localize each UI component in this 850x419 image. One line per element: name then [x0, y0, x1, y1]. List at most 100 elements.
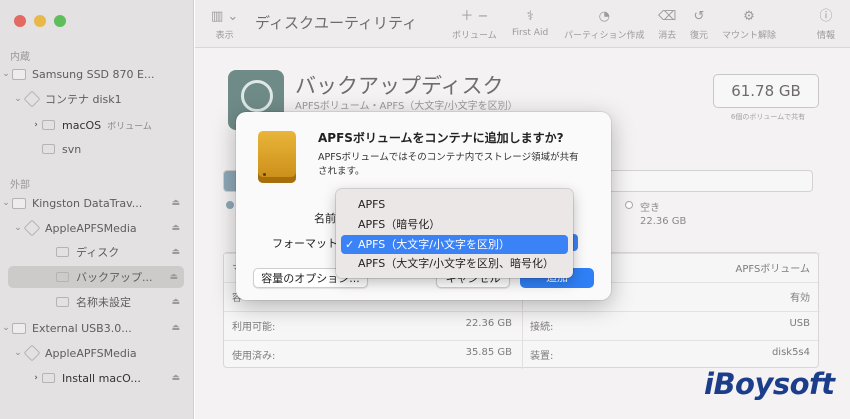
chevron-right-icon[interactable]: ›: [30, 373, 42, 383]
disk-icon: [12, 322, 26, 334]
volume-icon: [42, 120, 55, 130]
row-label: 装置:: [530, 351, 554, 362]
toolbar-label: マウント解除: [722, 31, 777, 41]
toolbar-label: ボリューム: [452, 31, 497, 41]
toolbar-label: 復元: [690, 31, 709, 41]
iboysoft-watermark-logo: iBoysoft: [704, 367, 835, 401]
row-value: 22.36 GB: [465, 318, 512, 329]
chevron-down-icon[interactable]: ⌄: [12, 94, 24, 104]
disk-icon: [12, 68, 26, 80]
chevron-down-icon[interactable]: ⌄: [0, 198, 12, 208]
first-aid-button[interactable]: ⚕ First Aid: [512, 8, 548, 38]
menu-item-label: APFS（大文字/小文字を区別、暗号化）: [358, 257, 554, 270]
eject-icon[interactable]: ⏏: [171, 297, 180, 307]
usage-fill: [224, 171, 236, 191]
menu-item-apfs-case-sensitive-encrypted[interactable]: APFS（大文字/小文字を区別、暗号化）: [341, 254, 568, 273]
eject-icon[interactable]: ⏏: [171, 373, 180, 383]
table-row: 使用済み: 35.85 GB 装置: disk5s4: [224, 340, 820, 366]
sidebar-item-svn[interactable]: svn: [0, 138, 194, 160]
menu-item-apfs-encrypted[interactable]: APFS（暗号化）: [341, 215, 568, 234]
external-drive-icon: [258, 131, 296, 183]
sidebar-item-macos[interactable]: › macOS ボリューム: [0, 114, 194, 136]
sidebar-item-label: macOS: [62, 118, 102, 132]
eject-icon[interactable]: ⏏: [169, 272, 178, 282]
row-value: USB: [789, 318, 810, 329]
sidebar-toggle-icon: ▥ ⌄: [211, 9, 239, 24]
capacity-note: 6個のボリュームで共有: [730, 113, 806, 121]
disk-icon: [12, 197, 26, 209]
container-icon: [23, 219, 41, 237]
menu-item-label: APFS（大文字/小文字を区別）: [358, 238, 510, 251]
sidebar-item-label: Samsung SSD 870 E...: [32, 67, 155, 81]
view-button[interactable]: ▥ ⌄ 表示: [211, 8, 238, 41]
checkmark-icon: ✓: [345, 238, 355, 251]
sidebar-item-label: AppleAPFSMedia: [45, 346, 137, 360]
row-label: 利用可能:: [232, 322, 276, 333]
chevron-right-icon[interactable]: ›: [30, 120, 42, 130]
sidebar-item-external-usb[interactable]: ⌄ External USB3.0... ⏏: [0, 317, 194, 339]
row-value: 35.85 GB: [465, 347, 512, 358]
container-icon: [23, 90, 41, 108]
sidebar-item-kingston[interactable]: ⌄ Kingston DataTrav... ⏏: [0, 192, 194, 214]
menu-item-apfs[interactable]: APFS: [341, 195, 568, 214]
format-label: フォーマット: [272, 237, 338, 250]
chevron-down-icon[interactable]: ⌄: [12, 348, 24, 358]
eject-icon: ⚙: [743, 9, 755, 24]
sidebar-item-samsung-ssd[interactable]: ⌄ Samsung SSD 870 E...: [0, 63, 194, 85]
view-label: 表示: [215, 31, 234, 41]
row-label: 使用済み:: [232, 351, 276, 362]
erase-button[interactable]: ⌫ 消去: [658, 8, 676, 41]
sidebar-item-label: svn: [62, 142, 82, 156]
toolbar-label: 情報: [817, 31, 836, 41]
partition-button[interactable]: ◔ パーティション作成: [564, 8, 644, 41]
row-value: 有効: [790, 293, 810, 304]
volume-title: バックアップディスク: [295, 74, 504, 98]
eject-icon[interactable]: ⏏: [171, 223, 180, 233]
sidebar-item-container-disk1[interactable]: ⌄ コンテナ disk1: [0, 88, 194, 110]
volume-icon: [56, 297, 69, 307]
sidebar-item-sublabel: ボリューム: [107, 121, 152, 132]
info-button[interactable]: ⓘ 情報: [817, 8, 835, 41]
sidebar-item-disk[interactable]: ディスク ⏏: [0, 241, 194, 263]
eject-icon[interactable]: ⏏: [171, 247, 180, 257]
restore-button[interactable]: ↺ 復元: [690, 8, 708, 41]
chevron-down-icon[interactable]: ⌄: [0, 323, 12, 333]
dialog-title: APFSボリュームをコンテナに追加しますか?: [318, 131, 564, 145]
unmount-button[interactable]: ⚙ マウント解除: [722, 8, 776, 41]
volume-icon: [42, 144, 55, 154]
restore-icon: ↺: [693, 9, 705, 24]
sidebar-item-install-macos[interactable]: › Install macO... ⏏: [0, 367, 194, 389]
free-legend-label: 空き: [640, 203, 660, 214]
sidebar-item-backup[interactable]: バックアップ... ⏏: [8, 266, 184, 288]
volume-icon: [56, 247, 69, 257]
minimize-window-button[interactable]: [34, 15, 46, 27]
sidebar-item-label: AppleAPFSMedia: [45, 221, 137, 235]
menu-item-label: APFS: [358, 198, 386, 211]
chevron-down-icon[interactable]: ⌄: [0, 69, 12, 79]
name-label: 名前: [314, 212, 336, 225]
chevron-down-icon[interactable]: ⌄: [12, 223, 24, 233]
eject-icon[interactable]: ⏏: [171, 198, 180, 208]
used-legend-dot: [226, 201, 234, 209]
info-icon: ⓘ: [819, 9, 833, 24]
eject-icon[interactable]: ⏏: [171, 323, 180, 333]
zoom-window-button[interactable]: [54, 15, 66, 27]
row-label: 接続:: [530, 322, 554, 333]
sidebar-item-label: Kingston DataTrav...: [32, 196, 143, 210]
menu-item-apfs-case-sensitive[interactable]: ✓ APFS（大文字/小文字を区別）: [341, 235, 568, 254]
format-popup-menu: APFS APFS（暗号化） ✓ APFS（大文字/小文字を区別） APFS（大…: [336, 189, 573, 278]
container-icon: [23, 344, 41, 362]
sidebar-item-apfs-media[interactable]: ⌄ AppleAPFSMedia ⏏: [0, 217, 194, 239]
sidebar-item-untitled[interactable]: 名称未設定 ⏏: [0, 291, 194, 313]
sidebar-item-label: バックアップ...: [76, 271, 153, 284]
sidebar-item-label: コンテナ disk1: [45, 93, 122, 106]
sidebar-item-apfs-media-2[interactable]: ⌄ AppleAPFSMedia: [0, 342, 194, 364]
volume-button[interactable]: ＋ − ボリューム: [452, 8, 497, 41]
volume-icon: [56, 272, 69, 282]
sidebar: 内蔵 ⌄ Samsung SSD 870 E... ⌄ コンテナ disk1 ›…: [0, 0, 194, 419]
sidebar-item-label: ディスク: [76, 246, 120, 259]
menu-item-label: APFS（暗号化）: [358, 218, 441, 231]
sidebar-section-internal: 内蔵: [10, 52, 30, 63]
close-window-button[interactable]: [14, 15, 26, 27]
free-legend-dot: [625, 201, 633, 209]
